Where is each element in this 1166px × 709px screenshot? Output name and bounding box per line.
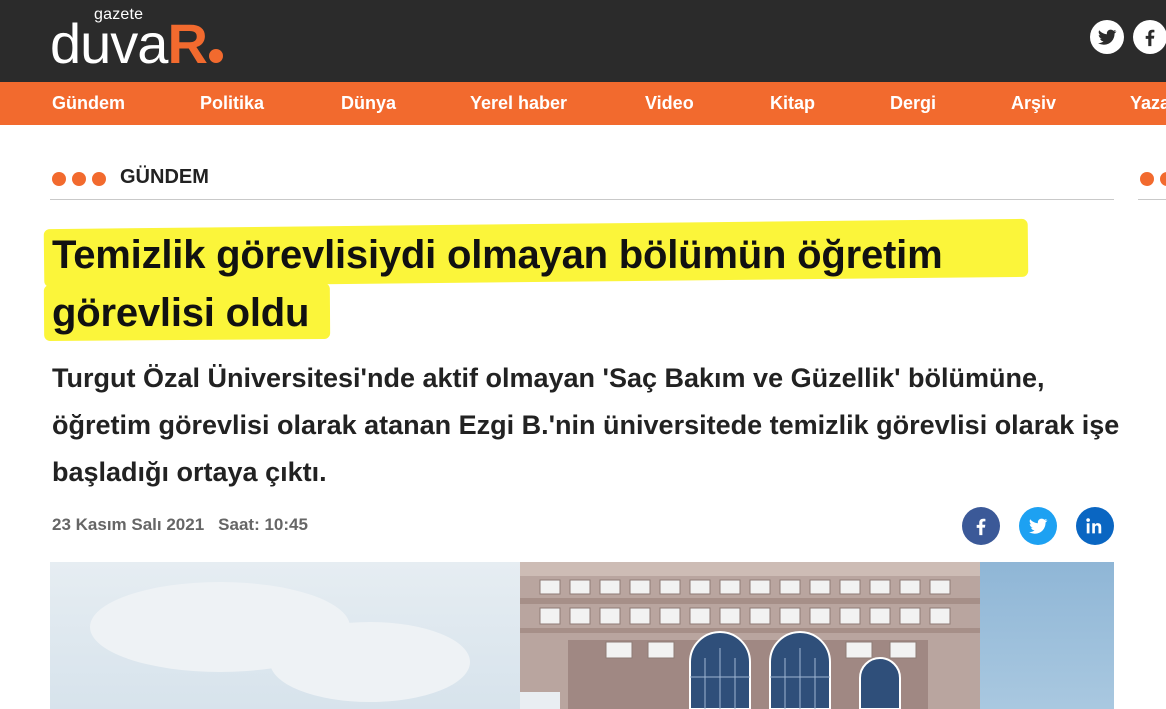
- nav-item-arsiv[interactable]: Arşiv: [1011, 82, 1056, 125]
- article-meta: 23 Kasım Salı 2021 Saat: 10:45: [52, 515, 308, 535]
- article-hero-image: [50, 562, 1114, 709]
- site-logo[interactable]: gazete duvaR: [50, 4, 290, 76]
- sidebar-category-bar: [1138, 160, 1166, 200]
- nav-item-gundem[interactable]: Gündem: [52, 82, 125, 125]
- category-label[interactable]: GÜNDEM: [120, 166, 209, 189]
- nav-item-yerel-haber[interactable]: Yerel haber: [470, 82, 567, 125]
- logo-dot: [208, 49, 223, 63]
- facebook-icon[interactable]: [1133, 20, 1166, 54]
- share-facebook-button[interactable]: [962, 507, 1000, 545]
- share-twitter-button[interactable]: [1019, 507, 1057, 545]
- nav-item-politika[interactable]: Politika: [200, 82, 264, 125]
- logo-main-text: duva: [50, 12, 168, 75]
- category-bar: GÜNDEM: [50, 160, 1114, 200]
- logo-accent-text: R: [167, 12, 207, 75]
- article-time: Saat: 10:45: [218, 515, 308, 534]
- nav-item-dunya[interactable]: Dünya: [341, 82, 396, 125]
- nav-item-video[interactable]: Video: [645, 82, 694, 125]
- category-dots: [52, 172, 106, 186]
- logo-wordmark: duvaR: [50, 16, 223, 72]
- sidebar-dot: [1160, 172, 1166, 186]
- twitter-icon: [1029, 518, 1048, 534]
- cloud: [270, 622, 470, 702]
- sidebar-dot: [1140, 172, 1154, 186]
- nav-item-yazarlar[interactable]: Yaza: [1130, 82, 1166, 125]
- linkedin-icon: [1086, 518, 1102, 534]
- university-building-image: [520, 562, 980, 709]
- article-date: 23 Kasım Salı 2021: [52, 515, 205, 534]
- facebook-icon: [976, 518, 986, 536]
- article-summary: Turgut Özal Üniversitesi'nde aktif olmay…: [52, 363, 1120, 487]
- article-title: Temizlik görevlisiydi olmayan bölümün öğ…: [52, 233, 943, 335]
- sky-patch: [974, 562, 1114, 709]
- main-nav: Gündem Politika Dünya Yerel haber Video …: [0, 82, 1166, 125]
- site-header: gazete duvaR: [0, 0, 1166, 82]
- twitter-icon[interactable]: [1090, 20, 1124, 54]
- share-linkedin-button[interactable]: [1076, 507, 1114, 545]
- nav-item-dergi[interactable]: Dergi: [890, 82, 936, 125]
- nav-item-kitap[interactable]: Kitap: [770, 82, 815, 125]
